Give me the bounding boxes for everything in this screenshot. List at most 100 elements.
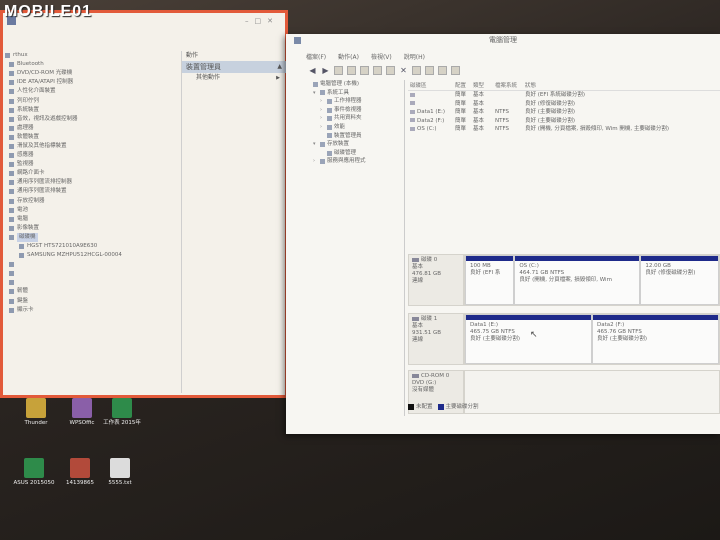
- disk-row: 磁碟 1 基本 931.51 GB 連線 Data1 (E:) 465.75 GB NTF…: [408, 313, 720, 365]
- disk-label[interactable]: 磁碟 0 基本 476.81 GB 連線: [408, 254, 464, 306]
- show-hide-tree-icon[interactable]: [347, 65, 356, 75]
- tree-item[interactable]: 軟體裝置: [5, 133, 179, 142]
- volume-row[interactable]: Data2 (F:) 簡單 基本 NTFS 良好 (主要磁碟分割): [408, 117, 720, 126]
- window-title-bar[interactable]: 電腦管理: [286, 34, 720, 47]
- open-folder-icon[interactable]: [425, 65, 434, 75]
- tree-item[interactable]: DVD/CD-ROM 光碟機: [5, 69, 179, 78]
- partition[interactable]: Data1 (E:) 465.75 GB NTFS 良好 (主要磁碟分割): [465, 314, 592, 364]
- tree-item[interactable]: 通用序列匯流排控制器: [5, 178, 179, 187]
- desktop-icon[interactable]: 工作表 2015年: [100, 398, 144, 426]
- tree-item[interactable]: 韌體: [5, 287, 179, 296]
- volume-cell: [495, 100, 525, 109]
- console-tree[interactable]: 電腦管理 (本機) ▾ 系統工具 › 工作排程器 › 事件檢視器 › 共用資料夾 › 效能 裝置管理員…: [304, 80, 405, 416]
- expand-icon[interactable]: ▾: [313, 140, 320, 149]
- expand-icon[interactable]: ›: [320, 106, 327, 115]
- forward-arrow-icon[interactable]: ▶: [321, 66, 330, 75]
- column-header[interactable]: 配置: [455, 82, 473, 90]
- tree-item[interactable]: SAMSUNG MZHPU512HCGL-00004: [5, 251, 179, 260]
- console-tree-item[interactable]: › 事件檢視器: [304, 106, 404, 115]
- tree-item[interactable]: [5, 269, 179, 278]
- console-tree-item[interactable]: › 效能: [304, 123, 404, 132]
- expand-icon[interactable]: ▾: [313, 89, 320, 98]
- desktop-icon[interactable]: 5555.txt: [98, 458, 142, 486]
- window-controls[interactable]: –□✕: [245, 17, 279, 25]
- disk-size: 476.81 GB: [412, 271, 442, 277]
- desktop-icon[interactable]: Thunder: [14, 398, 58, 426]
- partition[interactable]: Data2 (F:) 465.76 GB NTFS 良好 (主要磁碟分割): [592, 314, 719, 364]
- tree-item[interactable]: HGST HTS721010A9E630: [5, 242, 179, 251]
- device-icon: [9, 180, 14, 186]
- console-tree-item[interactable]: › 共用資料夾: [304, 114, 404, 123]
- menu-item[interactable]: 說明(H): [404, 52, 425, 61]
- tree-item[interactable]: IDE ATA/ATAPI 控制器: [5, 78, 179, 87]
- tree-item[interactable]: 磁碟機: [5, 232, 179, 242]
- console-tree-item[interactable]: 裝置管理員: [304, 132, 404, 141]
- device-tree[interactable]: rthux Bluetooth DVD/CD-ROM 光碟機 IDE ATA/ATAP…: [5, 51, 179, 396]
- desktop-icon[interactable]: ASUS 2015050: [12, 458, 56, 486]
- up-folder-icon[interactable]: [334, 65, 343, 75]
- search-icon[interactable]: [438, 65, 447, 75]
- tree-item[interactable]: 滑鼠及其他指標裝置: [5, 142, 179, 151]
- partition-status: 良好 (開機, 分頁檔案, 損毀傾印, Wim: [519, 277, 612, 283]
- volume-row[interactable]: Data1 (E:) 簡單 基本 NTFS 良好 (主要磁碟分割): [408, 108, 720, 117]
- column-header[interactable]: 狀態: [525, 82, 720, 90]
- computer-management-window[interactable]: 電腦管理 檔案(F) 動作(A) 檢視(V) 說明(H) ◀ ▶ ✕ 電腦管理 (本機…: [286, 34, 720, 434]
- console-tree-item[interactable]: 電腦管理 (本機): [304, 80, 404, 89]
- volume-row[interactable]: OS (C:) 簡單 基本 NTFS 良好 (開機, 分頁檔案, 損毀傾印, Wim 開…: [408, 125, 720, 134]
- menu-item[interactable]: 檢視(V): [371, 52, 392, 61]
- check-icon[interactable]: [412, 65, 421, 75]
- tree-item[interactable]: [5, 260, 179, 269]
- delete-x-icon[interactable]: ✕: [399, 66, 408, 75]
- menu-item[interactable]: 動作(A): [338, 52, 359, 61]
- tree-item[interactable]: 網路介面卡: [5, 169, 179, 178]
- back-arrow-icon[interactable]: ◀: [308, 66, 317, 75]
- volume-row[interactable]: 簡單 基本 良好 (EFI 系統磁碟分割): [408, 91, 720, 100]
- tree-item[interactable]: 感應器: [5, 151, 179, 160]
- tree-item[interactable]: 音效，視訊及遊戲控制器: [5, 115, 179, 124]
- export-icon[interactable]: [386, 65, 395, 75]
- console-tree-item[interactable]: › 工作排程器: [304, 97, 404, 106]
- console-tree-item[interactable]: › 服務與應用程式: [304, 157, 404, 166]
- partition[interactable]: OS (C:) 464.71 GB NTFS 良好 (開機, 分頁檔案, 損毀傾印,…: [514, 255, 641, 305]
- expand-icon[interactable]: ›: [320, 114, 327, 123]
- actions-section-device-manager[interactable]: 裝置管理員 ▲: [182, 61, 286, 73]
- tree-item[interactable]: 通用序列匯流排裝置: [5, 187, 179, 196]
- tree-item[interactable]: 系統裝置: [5, 106, 179, 115]
- desktop-icon[interactable]: WPSOffic: [60, 398, 104, 426]
- desktop-icon[interactable]: 14139865: [58, 458, 102, 486]
- partition[interactable]: 100 MB 良好 (EFI 系: [465, 255, 515, 305]
- column-header[interactable]: 磁碟區: [408, 82, 455, 90]
- help-icon[interactable]: [373, 65, 382, 75]
- partition-name: OS (C:): [519, 263, 539, 269]
- tree-item[interactable]: 處理器: [5, 124, 179, 133]
- tree-item[interactable]: 列印佇列: [5, 96, 179, 105]
- volume-row[interactable]: 簡單 基本 良好 (修復磁碟分割): [408, 100, 720, 109]
- tree-item[interactable]: 電腦: [5, 215, 179, 224]
- device-manager-window[interactable]: –□✕ rthux Bluetooth DVD/CD-ROM 光碟機 IDE ATA/…: [0, 10, 288, 398]
- column-header[interactable]: 類型: [473, 82, 495, 90]
- partition[interactable]: 12.00 GB 良好 (修復磁碟分割): [640, 255, 719, 305]
- tree-item[interactable]: 鍵盤: [5, 297, 179, 306]
- tree-item[interactable]: rthux: [5, 51, 179, 60]
- console-tree-item[interactable]: ▾ 系統工具: [304, 89, 404, 98]
- console-tree-item[interactable]: ▾ 存放裝置: [304, 140, 404, 149]
- column-header[interactable]: 檔案系統: [495, 82, 525, 90]
- tree-item[interactable]: 存放控制器: [5, 197, 179, 206]
- tree-item[interactable]: 影像裝置: [5, 224, 179, 233]
- tree-item[interactable]: 電池: [5, 206, 179, 215]
- menu-item[interactable]: 檔案(F): [306, 52, 326, 61]
- partition-text: 12.00 GB 良好 (修復磁碟分割): [641, 263, 718, 277]
- tree-item[interactable]: 人性化介面裝置: [5, 87, 179, 96]
- disk-label[interactable]: 磁碟 1 基本 931.51 GB 連線: [408, 313, 464, 365]
- tree-item[interactable]: [5, 278, 179, 287]
- expand-icon[interactable]: ›: [320, 97, 327, 106]
- list-view-icon[interactable]: [451, 65, 460, 75]
- expand-icon[interactable]: ›: [320, 123, 327, 132]
- tree-item[interactable]: 監視器: [5, 160, 179, 169]
- properties-icon[interactable]: [360, 65, 369, 75]
- expand-icon[interactable]: ›: [313, 157, 320, 166]
- tree-item[interactable]: 顯示卡: [5, 306, 179, 315]
- tree-item[interactable]: Bluetooth: [5, 60, 179, 69]
- actions-more-actions[interactable]: 其他動作 ▶: [182, 73, 286, 83]
- console-tree-item[interactable]: 磁碟管理: [304, 149, 404, 158]
